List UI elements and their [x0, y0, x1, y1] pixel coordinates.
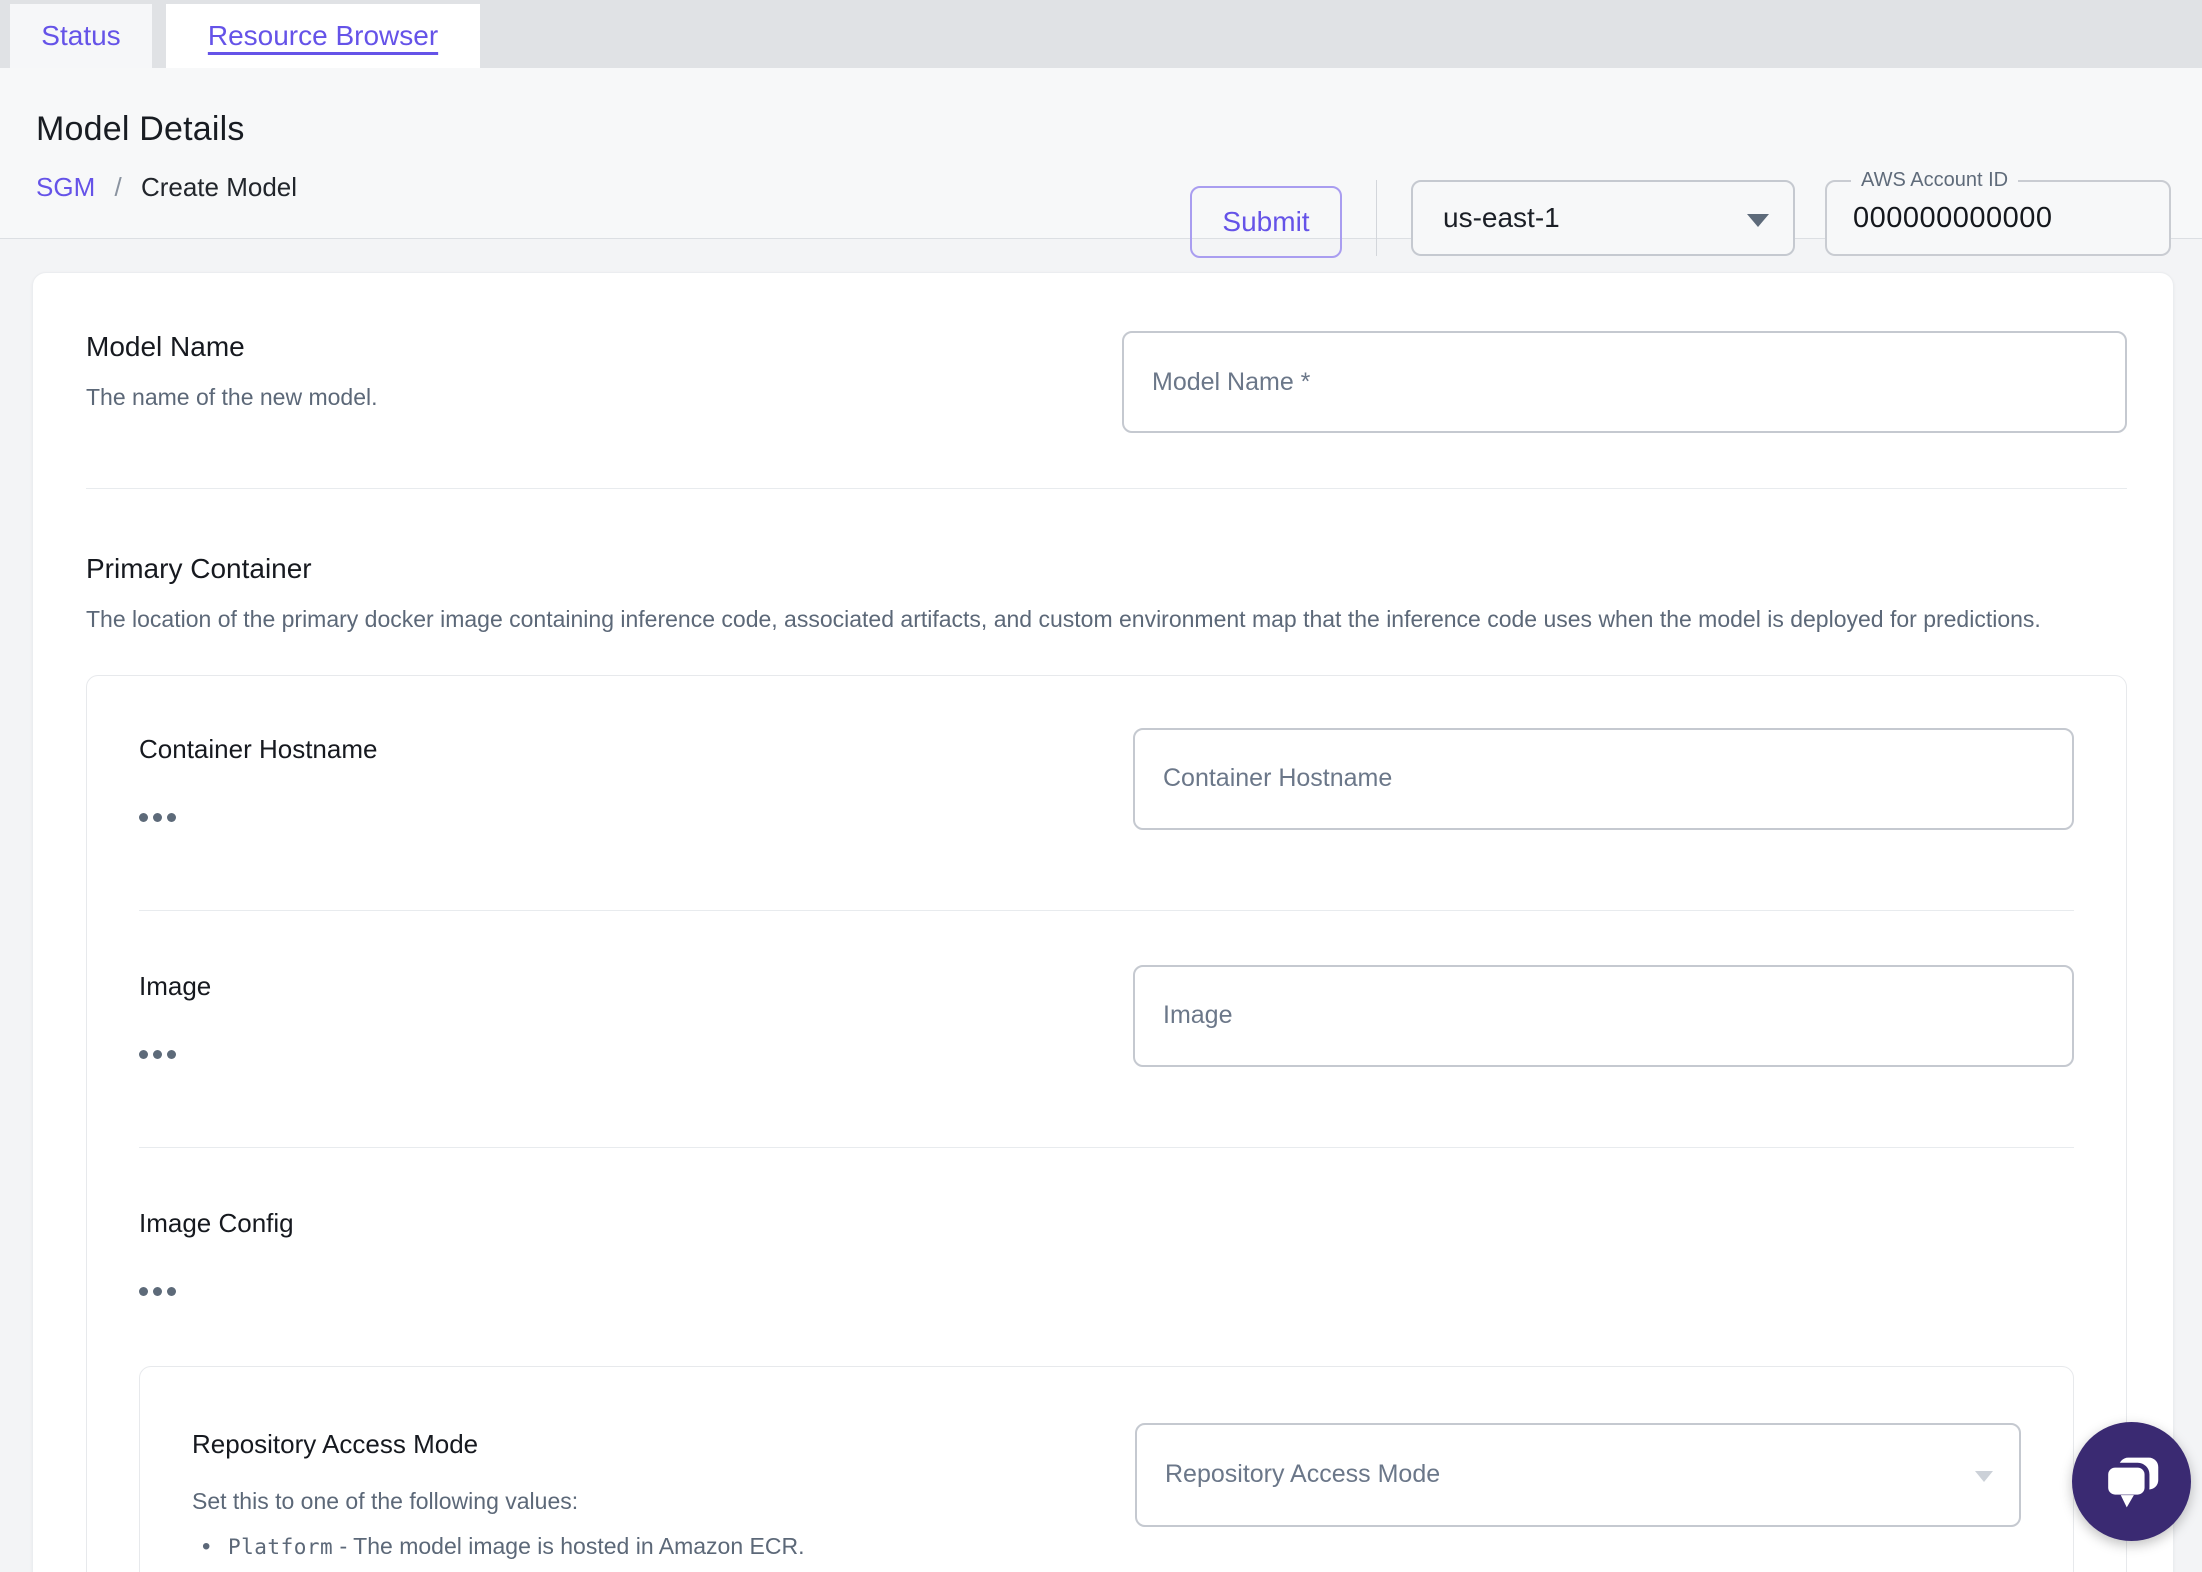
breadcrumb: SGM / Create Model	[36, 172, 297, 203]
image-info: Image	[139, 965, 211, 1059]
image-config-card: Repository Access Mode Set this to one o…	[139, 1365, 2074, 1572]
image-row: Image	[139, 911, 2074, 1148]
page-content: Model Name The name of the new model. Pr…	[0, 239, 2202, 1572]
model-name-section: Model Name The name of the new model.	[86, 331, 2127, 489]
repository-access-mode-heading: Repository Access Mode	[192, 1428, 479, 1459]
model-name-heading: Model Name	[86, 331, 245, 362]
container-hostname-heading: Container Hostname	[139, 733, 378, 764]
repository-access-mode-select[interactable]: Repository Access Mode	[1135, 1422, 2021, 1527]
model-details-card: Model Name The name of the new model. Pr…	[32, 272, 2174, 1572]
page-header: Model Details SGM / Create Model Submit …	[0, 68, 2202, 258]
image-config-row: Image Config Repository Access Mode Set …	[139, 1148, 2074, 1572]
tab-status-label: Status	[41, 20, 121, 51]
image-config-heading: Image Config	[139, 1207, 294, 1238]
submit-button[interactable]: Submit	[1190, 186, 1342, 258]
container-hostname-row: Container Hostname	[139, 727, 2074, 911]
image-input[interactable]	[1133, 964, 2074, 1067]
image-heading: Image	[139, 970, 212, 1001]
chevron-down-icon	[1747, 214, 1769, 227]
breadcrumb-current: Create Model	[140, 172, 298, 202]
chevron-down-icon	[1975, 1470, 1993, 1482]
primary-container-heading: Primary Container	[86, 553, 312, 584]
chat-bubbles-icon	[2102, 1457, 2158, 1507]
aws-account-id-label: AWS Account ID	[1851, 169, 2019, 192]
tab-resource-browser-label: Resource Browser	[207, 20, 439, 51]
repository-access-mode-select-placeholder: Repository Access Mode	[1165, 1460, 1441, 1489]
model-name-input[interactable]	[1122, 331, 2127, 433]
option-text: - The model image is hosted in Amazon EC…	[339, 1532, 805, 1559]
container-hostname-info: Container Hostname	[139, 728, 377, 822]
region-select[interactable]: us-east-1	[1411, 180, 1795, 256]
ellipsis-expander-icon[interactable]	[139, 1286, 179, 1296]
breadcrumb-separator: /	[114, 172, 122, 202]
container-hostname-input[interactable]	[1133, 727, 2074, 830]
repository-access-mode-row: Repository Access Mode Set this to one o…	[192, 1422, 2021, 1572]
primary-container-description: The location of the primary docker image…	[86, 606, 2041, 632]
repository-access-mode-description: Set this to one of the following values:	[192, 1487, 579, 1514]
tab-resource-browser[interactable]: Resource Browser	[166, 4, 480, 68]
aws-account-id-field: AWS Account ID	[1825, 169, 2171, 256]
page-title: Model Details	[36, 110, 245, 148]
ellipsis-expander-icon[interactable]	[139, 812, 179, 822]
option-code: Platform	[228, 1534, 334, 1559]
primary-container-section: Primary Container The location of the pr…	[86, 553, 2127, 1572]
header-divider	[1376, 180, 1377, 256]
repository-access-mode-info: Repository Access Mode Set this to one o…	[192, 1423, 979, 1572]
breadcrumb-root-link[interactable]: SGM	[36, 172, 95, 202]
tab-bar: Status Resource Browser	[0, 0, 2202, 68]
model-name-info: Model Name The name of the new model.	[86, 331, 378, 417]
ellipsis-expander-icon[interactable]	[139, 1049, 179, 1059]
chat-widget-button[interactable]	[2072, 1422, 2191, 1541]
aws-account-id-input[interactable]	[1853, 196, 2143, 240]
region-select-value: us-east-1	[1443, 202, 1560, 233]
list-item: Platform - The model image is hosted in …	[192, 1531, 979, 1563]
tab-status[interactable]: Status	[10, 4, 152, 68]
primary-container-card: Container Hostname Image Image Config	[86, 674, 2127, 1572]
repository-access-mode-options-list: Platform - The model image is hosted in …	[192, 1531, 979, 1572]
model-name-description: The name of the new model.	[86, 384, 378, 410]
